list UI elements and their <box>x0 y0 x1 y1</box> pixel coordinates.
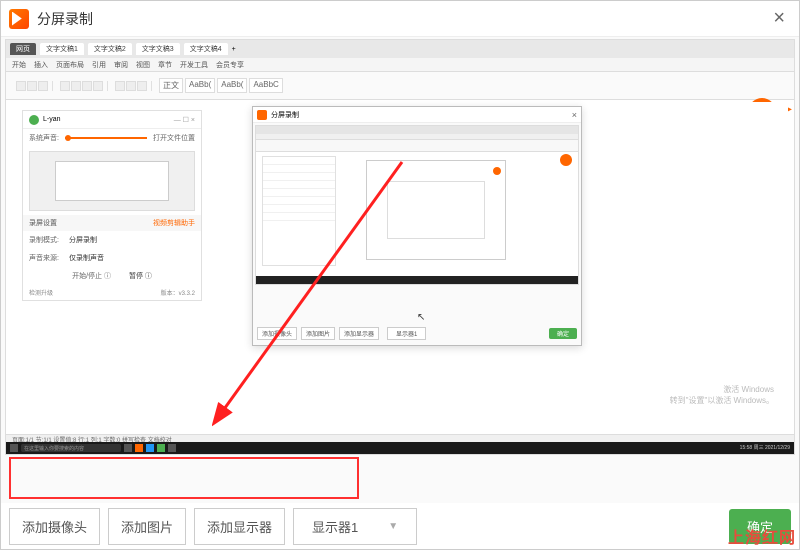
taskbar-icon[interactable] <box>157 444 165 452</box>
browser-tab[interactable]: 文字文稿4 <box>184 43 228 55</box>
annotation-highlight <box>9 457 359 499</box>
avatar <box>29 115 39 125</box>
activate-windows-text: 激活 Windows 转到"设置"以激活 Windows。 <box>670 385 774 406</box>
add-display-button[interactable]: 添加显示器 <box>339 327 379 340</box>
pause-hotkey: 暂停 ⓘ <box>129 271 152 281</box>
ribbon: 开始 插入 页面布局 引用 审阅 视图 章节 开发工具 会员专享 <box>6 58 794 72</box>
taskbar-clock[interactable]: 15:58 周三 2021/12/29 <box>740 446 790 451</box>
display-dropdown[interactable]: 显示器1 <box>387 327 426 340</box>
browser-tab[interactable]: 文字文稿1 <box>40 43 84 55</box>
browser-tab[interactable]: 网页 <box>10 43 36 55</box>
ribbon-item[interactable]: 审阅 <box>114 60 128 70</box>
style-box[interactable]: AaBbC <box>249 78 282 93</box>
app-icon <box>257 110 267 120</box>
document-area: L-yan — ☐ × 系统声音: 打开文件位置 录屏设置 视频剪辑助手 <box>12 102 788 436</box>
taskbar-icon[interactable] <box>168 444 176 452</box>
field-label: 录制模式: <box>29 235 59 245</box>
bottom-action-bar: 添加摄像头 添加图片 添加显示器 显示器1 ▼ 确定 <box>1 503 799 549</box>
style-box[interactable]: AaBb( <box>185 78 215 93</box>
taskbar-icon[interactable] <box>124 444 132 452</box>
ribbon-item[interactable]: 页面布局 <box>56 60 84 70</box>
add-image-button[interactable]: 添加图片 <box>301 327 335 340</box>
add-camera-button[interactable]: 添加摄像头 <box>9 508 100 545</box>
browser-tab[interactable]: 文字文稿3 <box>136 43 180 55</box>
section-link[interactable]: 视频剪辑助手 <box>153 218 195 228</box>
taskbar-search[interactable]: 在这里输入你要搜索的内容 <box>21 444 121 452</box>
ribbon-item[interactable]: 开发工具 <box>180 60 208 70</box>
word-toolbar: 正文 AaBb( AaBb( AaBbC <box>6 72 794 100</box>
ribbon-item[interactable]: 章节 <box>158 60 172 70</box>
nested-desktop <box>255 125 579 285</box>
section-label[interactable]: 录屏设置 <box>29 218 57 228</box>
content-area: 网页 文字文稿1 文字文稿2 文字文稿3 文字文稿4 + 开始 插入 页面布局 … <box>1 37 799 503</box>
record-badge-icon <box>560 154 572 166</box>
check-update[interactable]: 检测升级 <box>29 288 53 297</box>
settings-panel: L-yan — ☐ × 系统声音: 打开文件位置 录屏设置 视频剪辑助手 <box>22 110 202 301</box>
watermark-text: 上海红网 <box>728 524 796 548</box>
new-tab-button[interactable]: + <box>232 46 236 53</box>
display-dropdown[interactable]: 显示器1 ▼ <box>293 508 417 545</box>
ribbon-item[interactable]: 会员专享 <box>216 60 244 70</box>
cursor-icon: ↖ <box>417 312 425 323</box>
window-title: 分屏录制 <box>37 9 93 29</box>
browser-tab[interactable]: 文字文稿2 <box>88 43 132 55</box>
field-value[interactable]: 仅录制声音 <box>69 253 104 263</box>
titlebar: 分屏录制 × <box>1 1 799 37</box>
open-location-link[interactable]: 打开文件位置 <box>153 133 195 143</box>
start-icon[interactable] <box>10 444 18 452</box>
ribbon-item[interactable]: 插入 <box>34 60 48 70</box>
windows-taskbar: 在这里输入你要搜索的内容 15:58 周三 2021/12/29 <box>6 442 794 454</box>
taskbar-icon[interactable] <box>146 444 154 452</box>
confirm-button[interactable]: 确定 <box>549 328 577 339</box>
add-camera-button[interactable]: 添加摄像头 <box>257 327 297 340</box>
desktop-screenshot: 网页 文字文稿1 文字文稿2 文字文稿3 文字文稿4 + 开始 插入 页面布局 … <box>5 39 795 455</box>
ribbon-item[interactable]: 开始 <box>12 60 26 70</box>
add-image-button[interactable]: 添加图片 <box>108 508 186 545</box>
app-icon <box>9 9 29 29</box>
ribbon-item[interactable]: 视图 <box>136 60 150 70</box>
preview-thumbnail <box>29 151 195 211</box>
field-value[interactable]: 分屏录制 <box>69 235 97 245</box>
rec-hotkey: 开始/停止 ⓘ <box>72 271 111 281</box>
ribbon-item[interactable]: 引用 <box>92 60 106 70</box>
style-box[interactable]: 正文 <box>159 78 183 93</box>
nested-title: 分屏录制 <box>271 110 299 120</box>
style-box[interactable]: AaBb( <box>217 78 247 93</box>
audio-slider[interactable] <box>65 137 147 139</box>
add-display-button[interactable]: 添加显示器 <box>194 508 285 545</box>
nested-split-window: 分屏录制 × <box>252 106 582 346</box>
field-label: 声音来源: <box>29 253 59 263</box>
username: L-yan <box>43 116 61 123</box>
sys-audio-label: 系统声音: <box>29 133 59 143</box>
taskbar-icon[interactable] <box>135 444 143 452</box>
browser-tabs: 网页 文字文稿1 文字文稿2 文字文稿3 文字文稿4 + <box>6 40 794 58</box>
version-label: 版本：v3.3.2 <box>161 288 195 297</box>
chevron-down-icon: ▼ <box>388 521 398 532</box>
close-icon[interactable]: × <box>767 7 791 30</box>
close-icon[interactable]: × <box>572 110 577 120</box>
